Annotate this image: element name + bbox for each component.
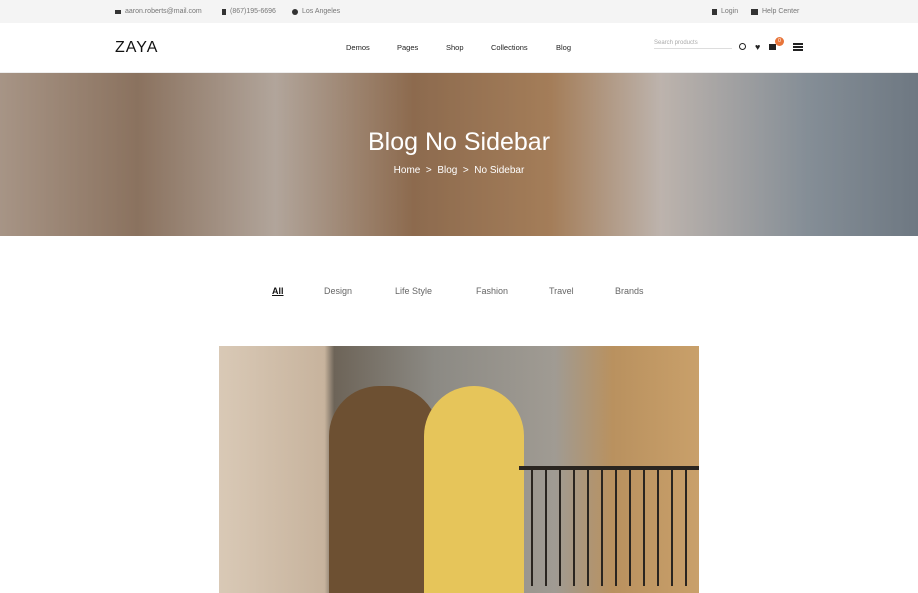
user-icon [712,8,717,15]
filter-fashion[interactable]: Fashion [476,286,508,296]
login-text: Login [721,8,739,15]
nav-demos[interactable]: Demos [346,43,370,52]
phone-text: (867)195-6696 [230,8,276,15]
breadcrumb: Home > Blog > No Sidebar [0,165,918,176]
menu-icon[interactable] [793,43,803,51]
email-contact[interactable]: aaron.roberts@mail.com [115,8,202,15]
filter-design[interactable]: Design [324,286,352,296]
filter-all[interactable]: All [272,286,284,296]
filter-life-style[interactable]: Life Style [395,286,432,296]
nav-pages[interactable]: Pages [397,43,418,52]
location: Los Angeles [292,8,340,15]
login-link[interactable]: Login [712,8,738,15]
search-icon[interactable] [739,43,746,50]
balcony-railing [519,466,699,586]
chat-icon [751,8,758,15]
location-pin-icon [292,8,298,15]
breadcrumb-blog[interactable]: Blog [437,165,457,176]
header: ZAYA Demos Pages Shop Collections Blog S… [0,23,918,73]
page-title: Blog No Sidebar [367,128,551,156]
nav-shop[interactable]: Shop [446,43,464,52]
breadcrumb-home[interactable]: Home [394,165,421,176]
breadcrumb-separator: > [462,165,469,176]
mail-icon [115,9,121,14]
help-center-link[interactable]: Help Center [751,8,799,15]
nav-blog[interactable]: Blog [556,43,571,52]
heart-icon[interactable]: ♥ [755,42,760,52]
person-figure [329,386,439,593]
blog-post-image[interactable] [219,346,699,593]
breadcrumb-separator: > [425,165,432,176]
phone-contact[interactable]: (867)195-6696 [222,8,276,15]
top-bar: aaron.roberts@mail.com (867)195-6696 Los… [0,0,918,23]
phone-icon [222,8,226,15]
person-figure [424,386,524,593]
location-text: Los Angeles [302,8,341,15]
nav-collections[interactable]: Collections [491,43,528,52]
email-text: aaron.roberts@mail.com [125,8,202,15]
page-banner: Blog No Sidebar Home > Blog > No Sidebar [0,73,918,236]
cart-icon[interactable] [769,44,776,50]
search-input[interactable]: Search products [654,40,732,49]
logo[interactable]: ZAYA [115,39,158,57]
help-text: Help Center [762,8,800,15]
breadcrumb-current: No Sidebar [474,165,525,176]
cart-count-badge: 0 [775,37,784,46]
filter-travel[interactable]: Travel [549,286,574,296]
filter-brands[interactable]: Brands [615,286,644,296]
